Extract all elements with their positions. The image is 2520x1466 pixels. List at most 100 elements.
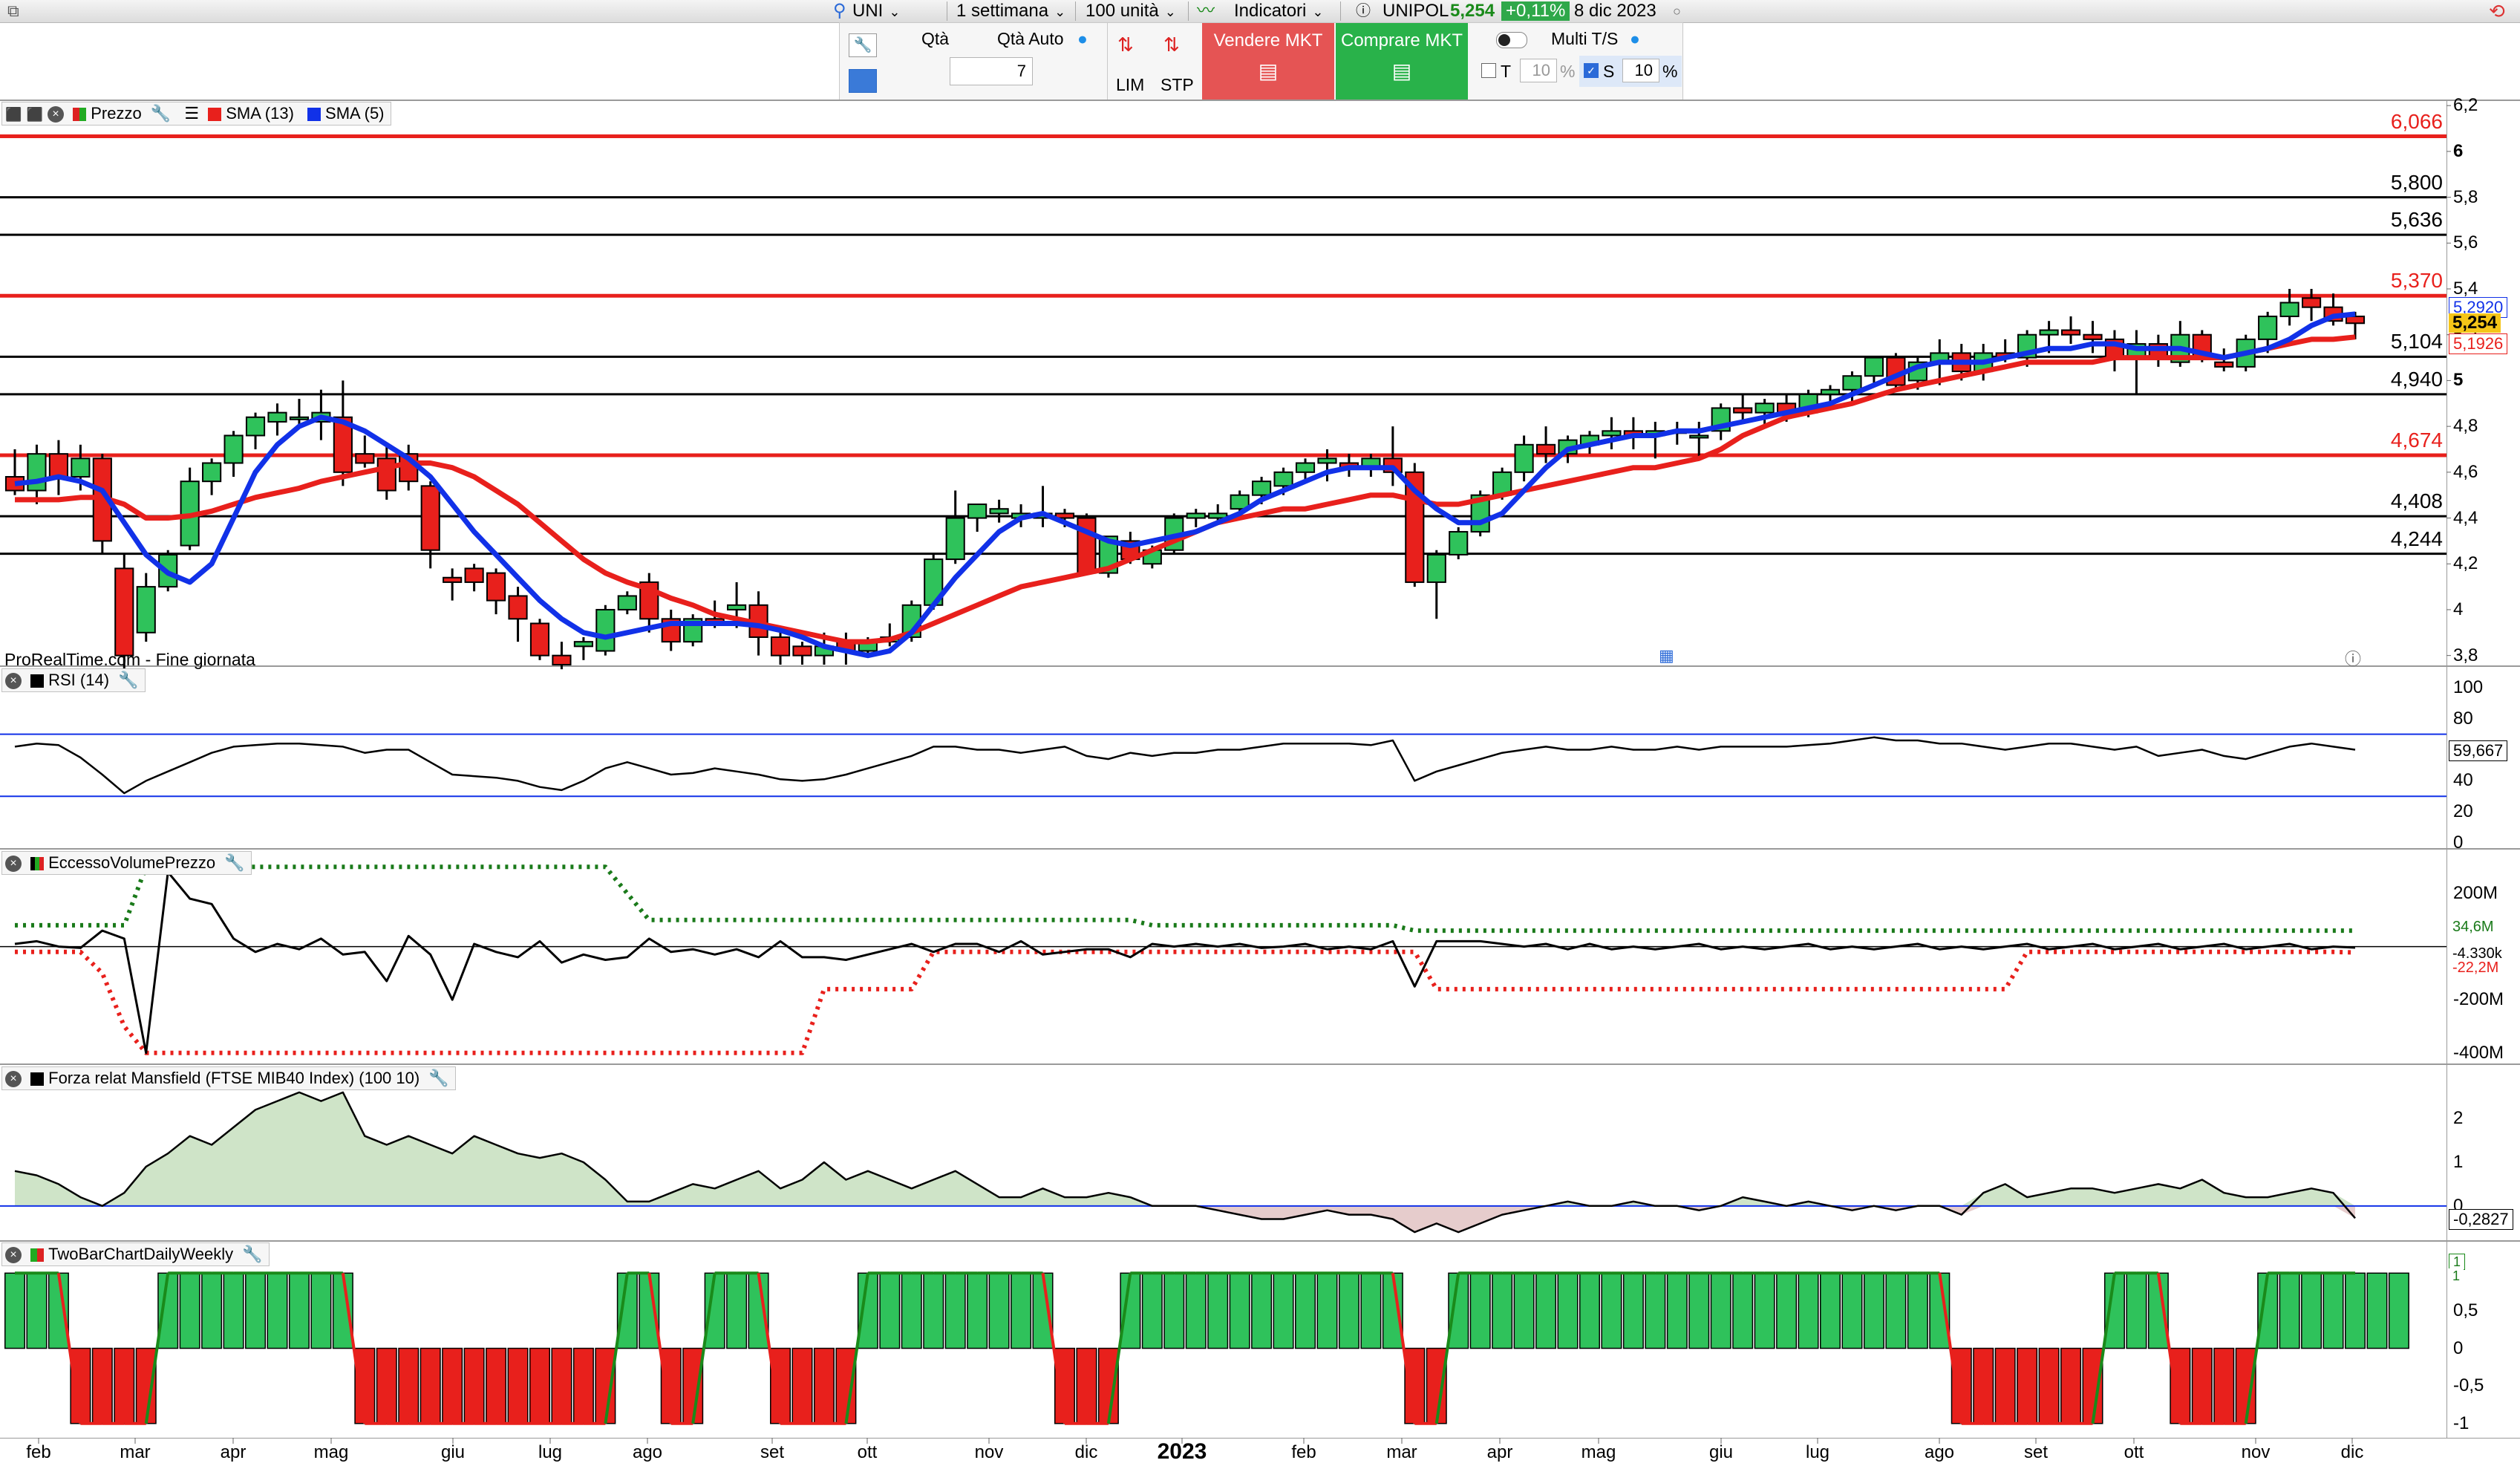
twobar-bar [1273,1272,1294,1349]
twobar-bar [1820,1272,1841,1349]
rsi-title: RSI (14) [48,671,110,689]
candle-body [2083,333,2103,340]
twobar-bar [1579,1272,1600,1349]
twobar-bar [1251,1272,1273,1349]
x-axis-month: ott [857,1442,878,1462]
chart-canvas[interactable] [0,0,2520,1466]
candle-body [1295,462,1316,473]
twobar-bar [1360,1272,1382,1349]
twobar-bar [420,1347,441,1424]
candle-body [1514,443,1534,473]
close-icon[interactable]: × [5,1071,22,1088]
candle-body [967,504,988,519]
x-axis-month: set [2023,1442,2049,1462]
close-icon[interactable]: × [5,673,22,690]
candle-body [1754,403,1775,414]
wrench-icon[interactable]: 🔧 [224,853,244,872]
twobar-bar [813,1347,835,1424]
candle-body [2279,302,2299,318]
twobar-bar [1163,1272,1185,1349]
twobar-bar [1841,1272,1863,1349]
mansfield-legend: × Forza relat Mansfield (FTSE MIB40 Inde… [1,1066,456,1090]
wrench-icon[interactable]: 🔧 [151,104,171,123]
evp-red-flag: -22,2M [2449,958,2503,978]
rsi-legend: × RSI (14) 🔧 [1,668,146,692]
expand-icon[interactable]: ⬛ [27,107,43,122]
x-axis-month: nov [2241,1442,2271,1462]
x-axis-month: lug [1805,1442,1830,1462]
price-y-tick: 5,4 [2453,278,2478,299]
rsi-y-tick: 100 [2453,677,2484,697]
twobar-bar [26,1272,48,1349]
twobar-bar [529,1347,550,1424]
twobar-bar [1973,1347,1994,1424]
twobar-bar [179,1272,200,1349]
twobar-bar [310,1272,332,1349]
candle-body [2302,297,2322,308]
x-axis-month: giu [1708,1442,1734,1462]
twobar-bar [201,1272,223,1349]
candle-body [1077,517,1097,574]
candle-body [792,645,812,657]
mansfield-y-tick: 2 [2453,1108,2464,1129]
twobar-y-tick: -0,5 [2453,1375,2484,1396]
candle-body [595,608,616,652]
twobar-bar [726,1272,748,1349]
twobar-bar [988,1272,1010,1349]
twobar-bar [1710,1272,1731,1349]
twobar-y-tick: -1 [2453,1413,2470,1433]
twobar-bar [2213,1347,2235,1424]
evp-y-tick: -400M [2453,1042,2504,1063]
wrench-icon[interactable]: 🔧 [428,1069,448,1087]
x-axis-month: dic [2340,1442,2364,1462]
info-icon[interactable]: ⓘ [2345,646,2361,670]
price-y-tick: 5 [2453,370,2464,391]
evp-legend: × EccessoVolumePrezzo 🔧 [1,851,252,875]
calendar-icon[interactable]: ▦ [1659,646,1674,665]
candle-body [1252,480,1272,496]
x-axis-month: set [760,1442,785,1462]
rsi-y-tick: 40 [2453,770,2473,791]
twobar-bar [1907,1272,1928,1349]
twobar-bar [1011,1272,1032,1349]
twobar-bar [2322,1272,2344,1349]
x-axis-month: feb [26,1442,51,1462]
twobar-flag: 1 [2449,1254,2466,1271]
twobar-bar [2344,1272,2366,1349]
price-y-tick: 4,4 [2453,507,2478,528]
wrench-icon[interactable]: 🔧 [118,671,138,689]
twobar-bar [1076,1347,1097,1424]
candle-body [1602,430,1622,437]
wrench-icon[interactable]: 🔧 [242,1245,262,1263]
mansfield-y-tick: 1 [2453,1152,2464,1172]
price-y-tick: 5,8 [2453,186,2478,207]
level-label: 5,800 [2390,170,2443,194]
twobar-bar [1863,1272,1884,1349]
rsi-swatch [30,674,45,688]
twobar-bar [1185,1272,1207,1349]
candle-body [573,641,593,648]
x-axis-month: mag [313,1442,349,1462]
twobar-bar [245,1272,267,1349]
x-axis-month: apr [1486,1442,1513,1462]
price-y-tick: 4,8 [2453,416,2478,437]
twobar-bar [1645,1272,1666,1349]
candle-body [989,508,1009,515]
level-label: 4,674 [2390,428,2443,452]
candle-body [376,457,396,492]
close-icon[interactable]: × [5,856,22,873]
twobar-bar [1666,1272,1688,1349]
collapse-icon[interactable]: ⬛ [5,107,22,122]
close-icon[interactable]: × [5,1247,22,1264]
candle-body [1842,375,1862,391]
mansfield-swatch [30,1072,45,1087]
evp-y-tick: 200M [2453,882,2498,903]
list-icon[interactable]: ☰ [184,104,199,123]
close-icon[interactable]: × [48,106,65,123]
level-label: 5,104 [2390,330,2443,354]
twobar-bar [901,1272,922,1349]
twobar-bar [1754,1272,1775,1349]
twobar-bar [2301,1272,2322,1349]
candle-body [508,595,528,620]
candle-body [529,622,550,657]
